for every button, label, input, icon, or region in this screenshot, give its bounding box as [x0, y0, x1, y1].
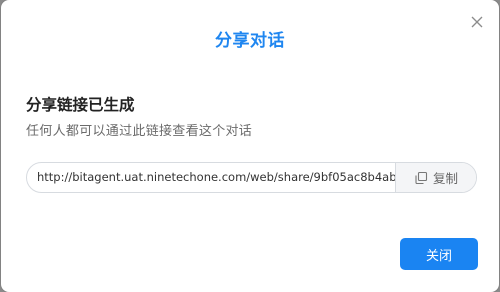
dialog-title: 分享对话 — [215, 31, 285, 51]
close-button[interactable]: 关闭 — [400, 238, 478, 270]
copy-button[interactable]: 复制 — [395, 163, 476, 192]
copy-icon — [414, 171, 428, 185]
share-link-box: http://bitagent.uat.ninetechone.com/web/… — [26, 162, 477, 193]
section-subtitle: 任何人都可以通过此链接查看这个对话 — [26, 124, 253, 139]
close-icon[interactable] — [469, 14, 485, 30]
section-title: 分享链接已生成 — [26, 96, 135, 114]
share-dialog: 分享对话 分享链接已生成 任何人都可以通过此链接查看这个对话 http://bi… — [1, 0, 499, 292]
share-link-input[interactable]: http://bitagent.uat.ninetechone.com/web/… — [27, 163, 395, 192]
copy-button-label: 复制 — [432, 171, 458, 186]
